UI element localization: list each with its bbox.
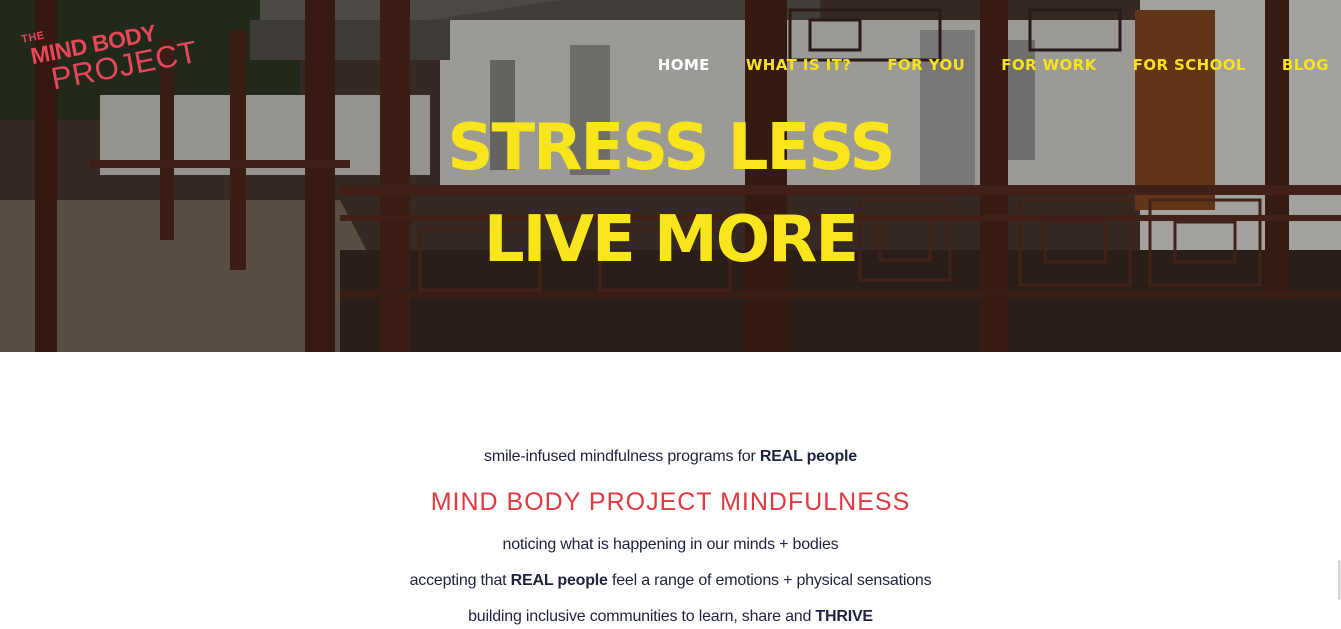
tagline-text: smile-infused mindfulness programs for [484,448,760,465]
nav-for-you[interactable]: FOR YOU [887,56,965,74]
point-building: building inclusive communities to learn,… [0,608,1341,626]
point-accepting-pre: accepting that [409,572,511,589]
hero-banner: THE MIND BODY PROJECT HOME WHAT IS IT? F… [0,0,1341,352]
nav-for-school[interactable]: FOR SCHOOL [1133,56,1246,74]
nav-for-work[interactable]: FOR WORK [1001,56,1096,74]
hero-headline-line1: STRESS LESS [447,111,895,185]
intro-section: smile-infused mindfulness programs for R… [0,352,1341,629]
point-accepting: accepting that REAL people feel a range … [0,572,1341,590]
nav-home[interactable]: HOME [658,56,710,74]
point-building-bold: THRIVE [815,608,873,625]
point-noticing: noticing what is happening in our minds … [502,536,839,553]
nav-what-is-it[interactable]: WHAT IS IT? [746,56,852,74]
tagline: smile-infused mindfulness programs for R… [0,448,1341,466]
hero-headline-line2: LIVE MORE [483,203,859,277]
point-building-pre: building inclusive communities to learn,… [468,608,816,625]
nav-blog[interactable]: BLOG [1282,56,1329,74]
point-accepting-bold: REAL people [510,572,608,589]
point-accepting-post: feel a range of emotions + physical sens… [607,572,932,589]
tagline-bold: REAL people [759,448,857,465]
main-nav: HOME WHAT IS IT? FOR YOU FOR WORK FOR SC… [622,55,1329,75]
section-title: MIND BODY PROJECT MINDFULNESS [430,488,911,516]
